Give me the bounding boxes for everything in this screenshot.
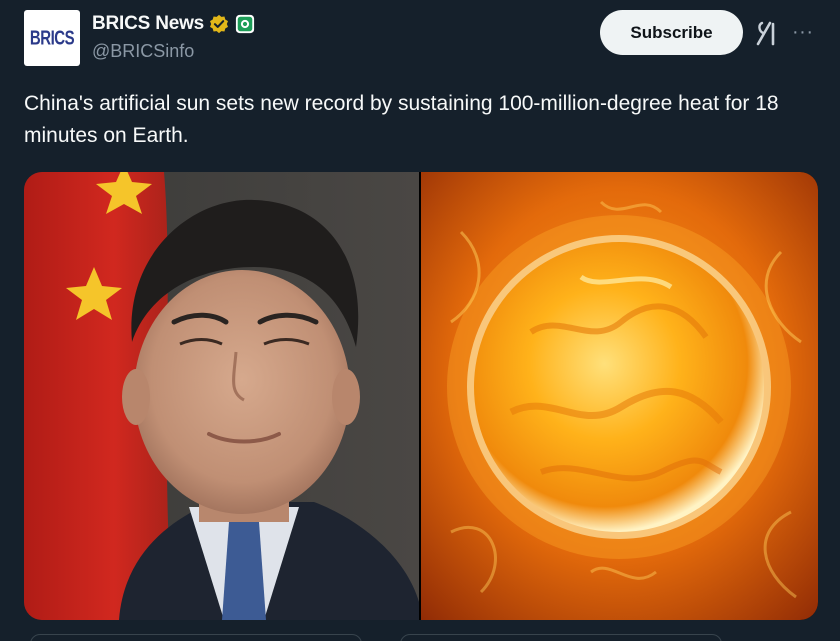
verified-badge-icon[interactable] xyxy=(209,14,229,34)
display-name-row: BRICS News xyxy=(92,12,255,36)
portrait-image xyxy=(24,172,419,620)
sun-disc xyxy=(474,242,764,532)
post-header: BRICS BRICS News @BRICSinfo Subscribe ··… xyxy=(0,0,840,80)
account-handle[interactable]: @BRICSinfo xyxy=(92,41,194,62)
face-shape xyxy=(134,270,350,514)
display-name[interactable]: BRICS News xyxy=(92,13,204,35)
sun-image xyxy=(421,172,818,620)
bottom-chip-left xyxy=(30,634,362,641)
grok-icon[interactable] xyxy=(755,20,779,46)
affiliate-badge-icon[interactable] xyxy=(235,14,255,34)
sun-photo[interactable] xyxy=(421,172,818,620)
post-text: China's artificial sun sets new record b… xyxy=(24,92,779,147)
portrait-photo[interactable] xyxy=(24,172,419,620)
more-icon[interactable]: ··· xyxy=(792,22,813,42)
bottom-chip-right xyxy=(400,634,722,641)
subscribe-button[interactable]: Subscribe xyxy=(600,10,743,55)
post-media[interactable] xyxy=(24,172,818,620)
avatar[interactable]: BRICS xyxy=(24,10,80,66)
avatar-logo-text: BRICS xyxy=(29,26,75,50)
